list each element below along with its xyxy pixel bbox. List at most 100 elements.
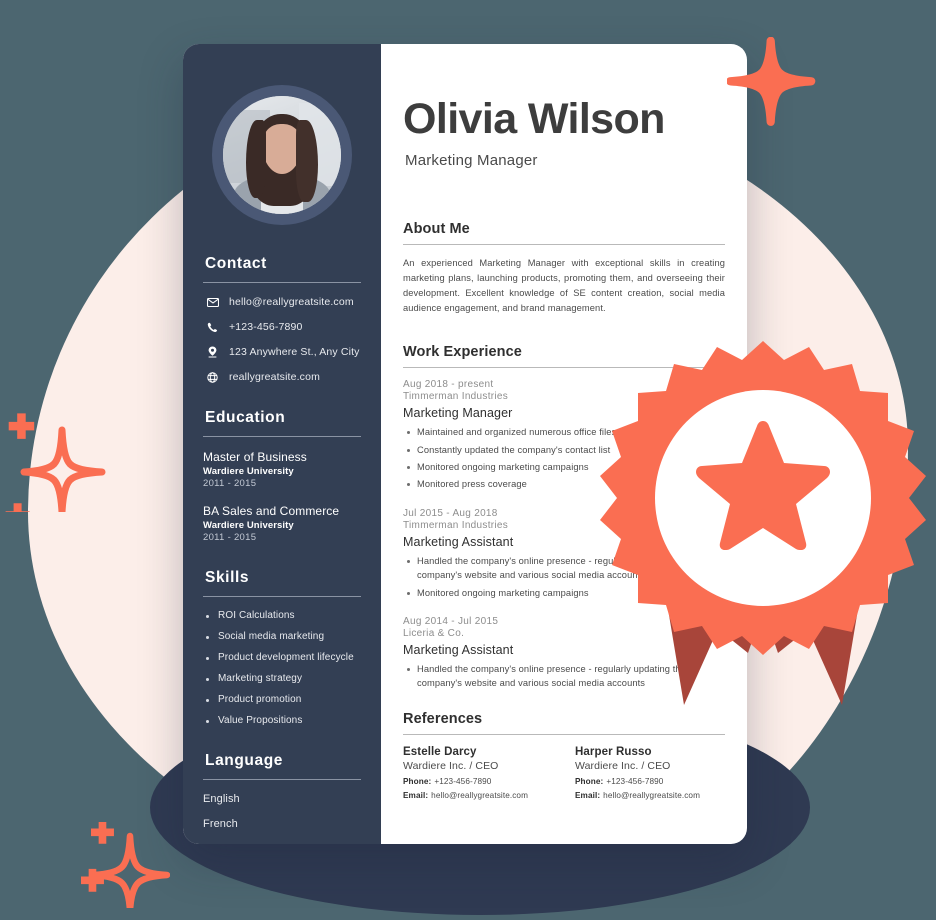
reference-company: Wardiere Inc. / CEO: [403, 759, 499, 772]
job-company: Timmerman Industries: [403, 519, 509, 531]
about-divider: [403, 244, 725, 245]
language-item: French: [203, 818, 238, 830]
job-entry: Aug 2014 - Jul 2015 Liceria & Co. Market…: [403, 616, 725, 691]
contact-address-value: 123 Anywhere St., Any City: [229, 346, 360, 358]
job-bullet-list: Handled the company's online presence - …: [403, 662, 725, 691]
contact-item-website: reallygreatsite.com: [203, 371, 361, 383]
skill-item: ROI Calculations: [203, 610, 361, 621]
education-school: Wardiere University: [203, 466, 294, 477]
job-date: Aug 2018 - present: [403, 379, 494, 391]
resume-main: Olivia Wilson Marketing Manager About Me…: [381, 44, 747, 844]
four-point-star-outline-icon: [2, 408, 106, 512]
skill-item: Marketing strategy: [203, 673, 361, 684]
reference-email-line: Email: hello@reallygreatsite.com: [575, 791, 725, 800]
education-divider: [203, 436, 361, 437]
job-company: Liceria & Co.: [403, 628, 465, 640]
job-entry: Aug 2018 - present Timmerman Industries …: [403, 379, 725, 492]
references-heading: References: [403, 710, 483, 727]
resume-sidebar: Contact hello@reallygreatsite.com +123-4…: [183, 44, 381, 844]
reference-email-label: Email:: [575, 790, 601, 800]
language-section: Language English French: [203, 752, 361, 830]
job-entry: Jul 2015 - Aug 2018 Timmerman Industries…: [403, 508, 725, 600]
job-bullet: Handled the company's online presence - …: [403, 662, 725, 691]
job-company: Timmerman Industries: [403, 391, 509, 403]
education-years: 2011 - 2015: [203, 478, 257, 489]
skills-divider: [203, 596, 361, 597]
resume-card: Contact hello@reallygreatsite.com +123-4…: [183, 44, 747, 844]
reference-email-label: Email:: [403, 790, 429, 800]
reference-phone-line: Phone: +123-456-7890: [403, 777, 553, 786]
skill-item: Product promotion: [203, 694, 361, 705]
skill-item: Social media marketing: [203, 631, 361, 642]
job-bullet-list: Maintained and organized numerous office…: [403, 425, 725, 492]
job-bullet: Constantly updated the company's contact…: [403, 443, 725, 457]
contact-email-value: hello@reallygreatsite.com: [229, 296, 354, 308]
reference-company: Wardiere Inc. / CEO: [575, 759, 671, 772]
language-list: English French: [203, 793, 361, 830]
education-heading: Education: [205, 409, 286, 426]
language-item: English: [203, 793, 240, 805]
reference-phone-value: +123-456-7890: [434, 776, 492, 786]
globe-icon: [203, 371, 222, 383]
reference-phone-label: Phone:: [403, 776, 432, 786]
avatar: [212, 85, 352, 225]
skills-section: Skills ROI Calculations Social media mar…: [203, 569, 361, 726]
job-bullet: Monitored press coverage: [403, 477, 725, 491]
skill-item: Value Propositions: [203, 715, 361, 726]
work-experience-heading: Work Experience: [403, 344, 522, 361]
contact-item-phone: +123-456-7890: [203, 321, 361, 333]
reference-name: Harper Russo: [575, 745, 652, 758]
reference-entry: Harper Russo Wardiere Inc. / CEO Phone: +…: [575, 746, 725, 800]
work-experience-divider: [403, 367, 725, 369]
contact-item-email: hello@reallygreatsite.com: [203, 296, 361, 308]
contact-website-value: reallygreatsite.com: [229, 371, 320, 383]
education-section: Education Master of Business Wardiere Un…: [203, 409, 361, 543]
job-bullet-list: Handled the company's online presence - …: [403, 554, 725, 600]
location-icon: [203, 346, 222, 358]
language-heading: Language: [205, 752, 284, 769]
education-degree: Master of Business: [203, 450, 307, 464]
about-text: An experienced Marketing Manager with ex…: [403, 258, 725, 314]
email-icon: [203, 297, 222, 307]
education-years: 2011 - 2015: [203, 532, 257, 543]
job-title: Marketing Assistant: [403, 534, 514, 549]
four-point-star-filled-icon: [727, 37, 823, 133]
reference-email-line: Email: hello@reallygreatsite.com: [403, 791, 553, 800]
job-bullet: Monitored ongoing marketing campaigns: [403, 460, 725, 474]
contact-divider: [203, 282, 361, 283]
job-date: Aug 2014 - Jul 2015: [403, 616, 499, 628]
reference-phone-value: +123-456-7890: [606, 776, 664, 786]
job-title: Marketing Manager: [403, 406, 513, 421]
job-bullet: Monitored ongoing marketing campaigns: [403, 586, 725, 600]
about-section: About Me An experienced Marketing Manage…: [403, 221, 725, 316]
education-entry: BA Sales and Commerce Wardiere Universit…: [203, 504, 361, 543]
contact-section: Contact hello@reallygreatsite.com +123-4…: [203, 255, 361, 383]
reference-name: Estelle Darcy: [403, 745, 477, 758]
contact-phone-value: +123-456-7890: [229, 321, 303, 333]
contact-heading: Contact: [205, 255, 267, 272]
contact-item-address: 123 Anywhere St., Any City: [203, 346, 361, 358]
reference-email-value: hello@reallygreatsite.com: [431, 790, 528, 800]
reference-entry: Estelle Darcy Wardiere Inc. / CEO Phone:…: [403, 746, 553, 800]
job-bullet: Handled the company's online presence - …: [403, 554, 725, 583]
reference-phone-label: Phone:: [575, 776, 604, 786]
education-entry: Master of Business Wardiere University 2…: [203, 450, 361, 489]
skills-heading: Skills: [205, 569, 250, 586]
reference-phone-line: Phone: +123-456-7890: [575, 777, 725, 786]
skills-list: ROI Calculations Social media marketing …: [203, 610, 361, 726]
portrait-photo: [223, 96, 341, 214]
reference-email-value: hello@reallygreatsite.com: [603, 790, 700, 800]
about-heading: About Me: [403, 221, 470, 237]
job-role-subtitle: Marketing Manager: [405, 152, 538, 169]
skill-item: Product development lifecycle: [203, 652, 361, 663]
language-divider: [203, 779, 361, 780]
job-title: Marketing Assistant: [403, 643, 514, 658]
references-section: References Estelle Darcy Wardiere Inc. /…: [403, 711, 725, 800]
work-experience-section: Work Experience Aug 2018 - present Timme…: [403, 344, 725, 691]
job-bullet: Maintained and organized numerous office…: [403, 425, 725, 439]
job-date: Jul 2015 - Aug 2018: [403, 507, 498, 519]
phone-icon: [203, 322, 222, 333]
education-school: Wardiere University: [203, 520, 294, 531]
four-point-star-outline-icon: [78, 822, 170, 908]
page-title: Olivia Wilson: [403, 95, 665, 143]
